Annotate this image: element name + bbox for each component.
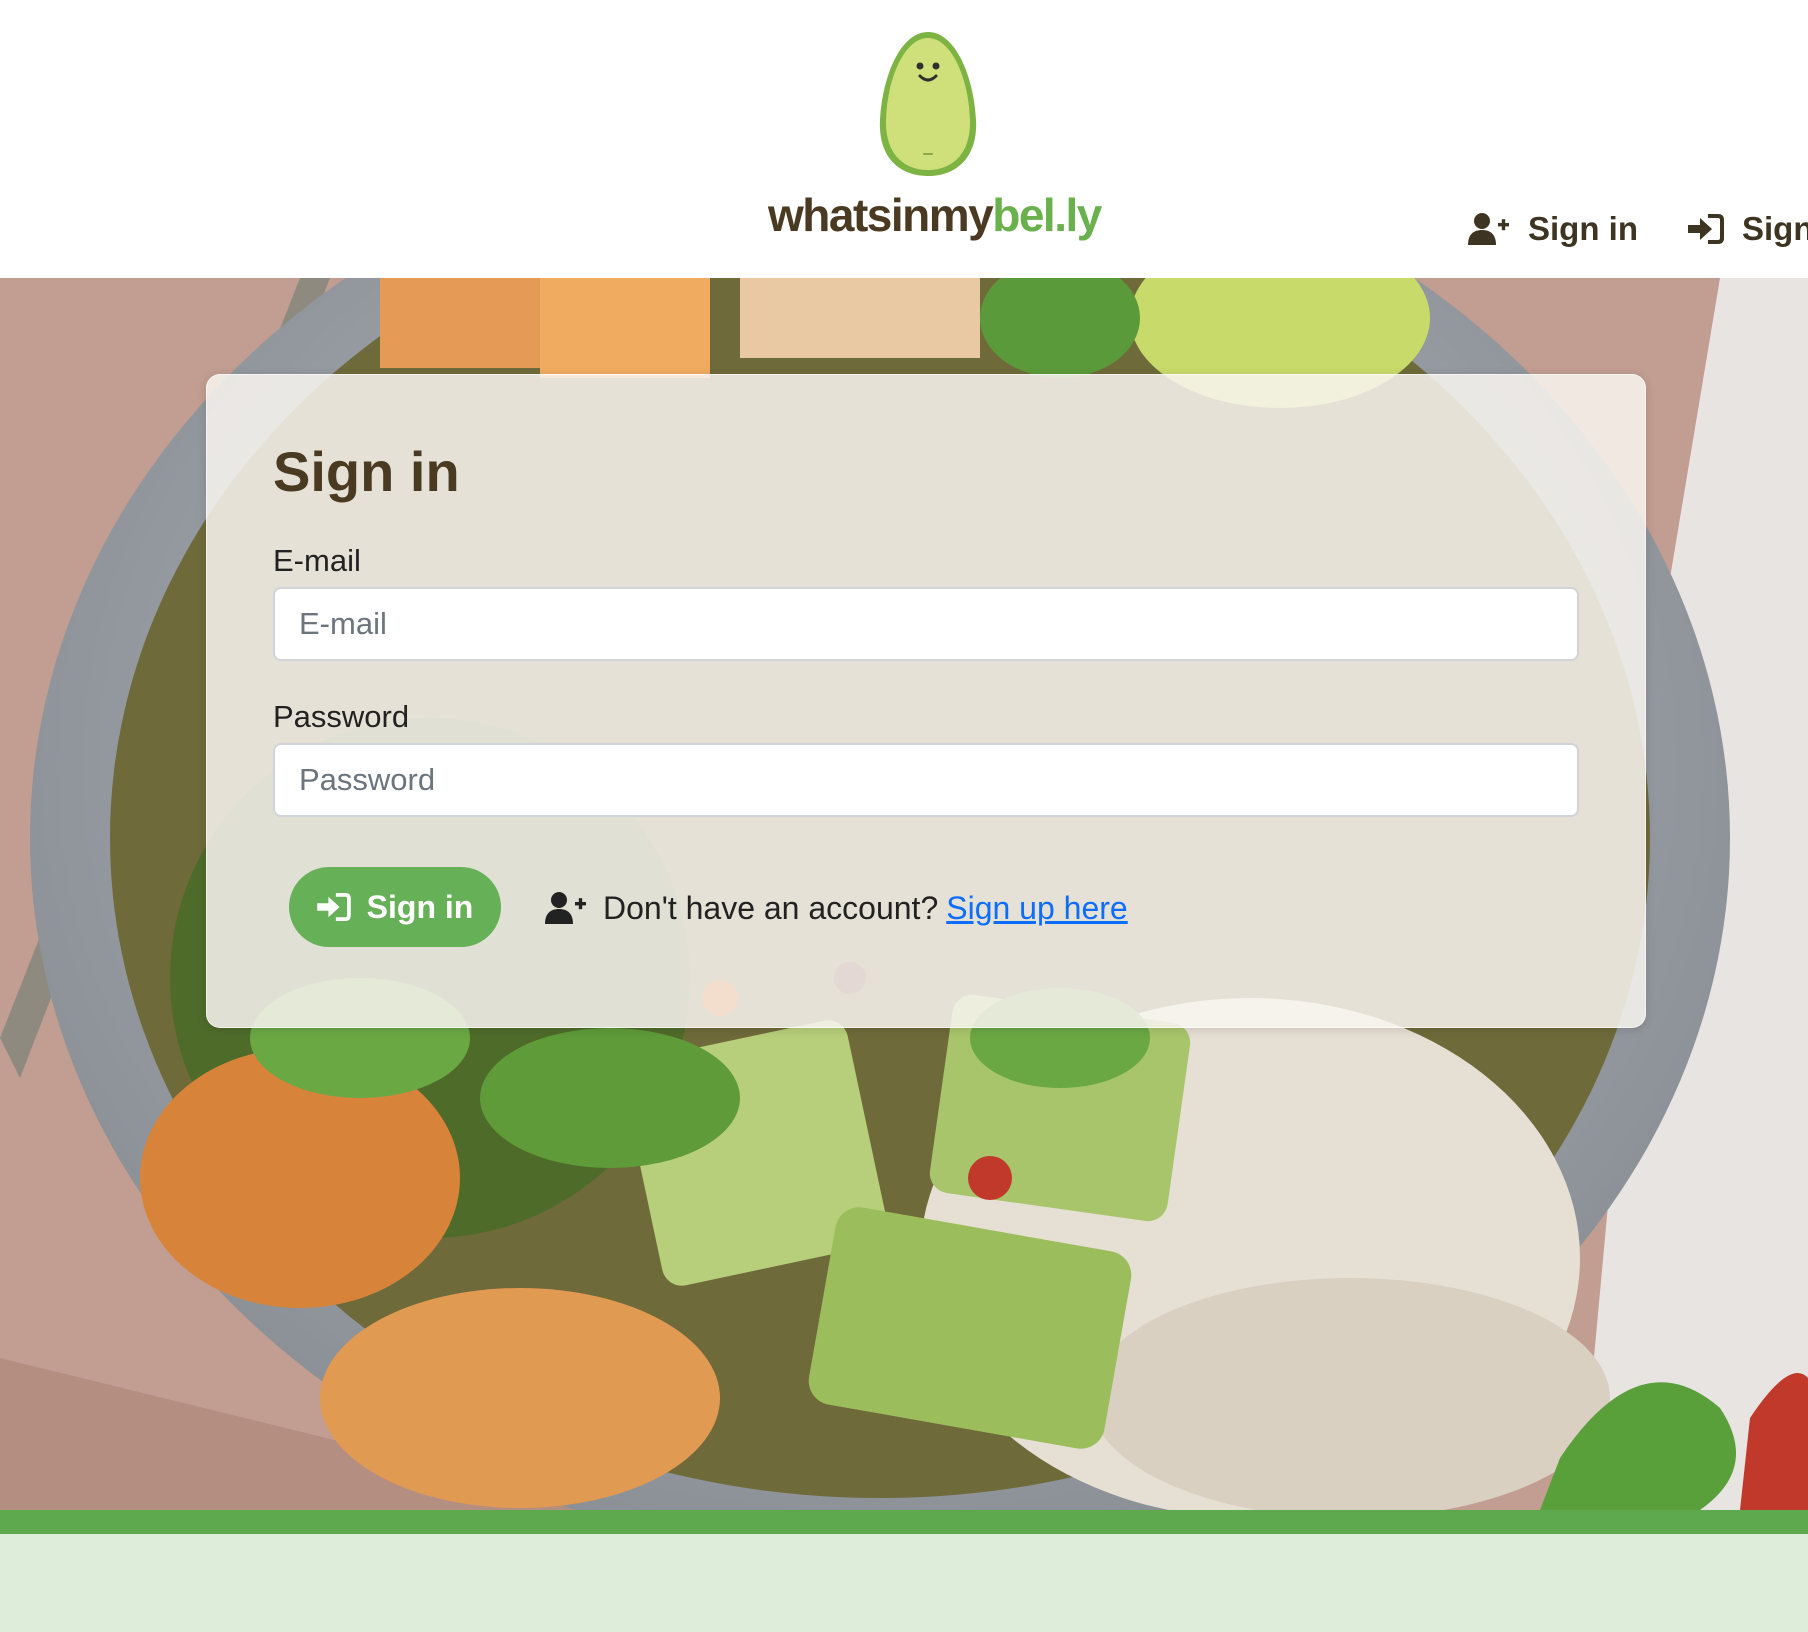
sign-in-form: Sign in E-mail Password Sign in Don't ha… [206, 374, 1646, 1028]
signup-prompt-text: Don't have an account? [603, 889, 939, 926]
nav-sign-link[interactable]: Sign [1688, 205, 1808, 253]
form-title: Sign in [273, 440, 460, 503]
avocado-mascot-icon [879, 32, 977, 176]
brand-wordmark: whatsinmybel.ly [768, 188, 1102, 242]
password-input[interactable] [273, 743, 1579, 817]
site-header: whatsinmybel.ly Sign in Sign [0, 0, 1808, 278]
footer-accent-bar [0, 1510, 1808, 1534]
page: whatsinmybel.ly Sign in Sign Sign in E-m… [0, 0, 1808, 1632]
nav-sign-in-label: Sign in [1528, 210, 1638, 247]
email-label: E-mail [273, 543, 361, 578]
nav-sign-label: Sign [1742, 210, 1808, 247]
brand-name-part1: whatsinmy [768, 189, 994, 241]
sign-in-icon [1688, 214, 1724, 244]
sign-in-icon [316, 893, 351, 921]
sign-up-link[interactable]: Sign up here [946, 890, 1127, 927]
brand-name-part2: bel.ly [992, 189, 1102, 241]
site-footer [0, 1534, 1808, 1632]
password-label: Password [273, 699, 410, 734]
sign-in-button-label: Sign in [366, 888, 474, 925]
user-plus-icon [545, 892, 586, 924]
signup-prompt-row: Don't have an account? Sign up here [545, 883, 1128, 933]
brand-home-link[interactable]: whatsinmybel.ly [760, 26, 1102, 256]
nav-sign-in-link[interactable]: Sign in [1468, 205, 1638, 253]
sign-in-button[interactable]: Sign in [289, 867, 501, 947]
user-plus-icon [1468, 213, 1509, 245]
email-input[interactable] [273, 587, 1579, 661]
